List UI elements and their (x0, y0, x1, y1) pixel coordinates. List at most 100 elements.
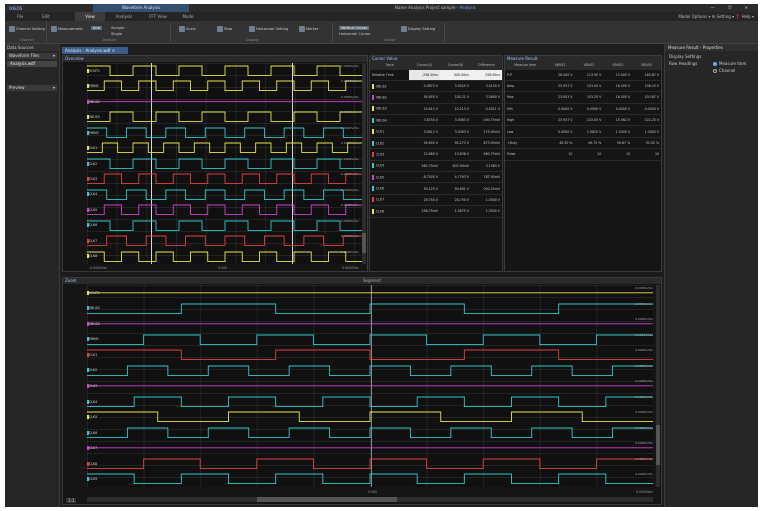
table-row[interactable]: Low 0.0000 V 1.0625 V 1.5000 V 1.3000 V (505, 125, 661, 138)
table-row[interactable]: Relative Time -258.00ns 000.00ns 258.00ns (370, 69, 502, 81)
channel-name[interactable]: PWM1 (89, 337, 99, 341)
channel-name[interactable]: CLK5 (89, 208, 97, 212)
table-row[interactable]: VBUS1 0.0875 V 3.5025 V 3.4150 V (370, 80, 502, 93)
channel-name[interactable]: VBUS2 (89, 306, 100, 310)
tab-edit[interactable]: Edit (35, 12, 57, 21)
table-cell: CLK3 (370, 148, 409, 161)
channel-name[interactable]: CLK7 (89, 239, 97, 243)
column-header[interactable]: Difference (470, 62, 502, 70)
column-header[interactable]: Cursor(B) (439, 62, 471, 70)
channel-name[interactable]: CLK2 (89, 368, 97, 372)
option-channel[interactable]: Channel (713, 68, 735, 73)
channel-name[interactable]: VOUT1 (89, 69, 100, 73)
channel-name[interactable]: CLK7 (89, 446, 97, 450)
context-tab[interactable]: Waveform Analysis (93, 4, 189, 12)
table-row[interactable]: CLK3 12.689 V 13.638 V 960.75mV (370, 148, 502, 161)
column-header[interactable]: VBUS3 (603, 62, 633, 70)
waveform-trace (87, 303, 653, 314)
table-row[interactable]: Amp 25.937 V 103.00 V 16.000 V 106.25 V (505, 80, 661, 93)
table-row[interactable]: VBUS4 3.8750 V 3.0063 V 000.75mV (370, 114, 502, 127)
channel-color-marker (87, 337, 89, 342)
channel-name[interactable]: CLK8 (89, 462, 97, 466)
table-row[interactable]: CLK2 95.600 V 95.273 V 873.00mV (370, 137, 502, 150)
tab-analysis[interactable]: Analysis (109, 12, 139, 21)
channel-name[interactable]: CLK6 (89, 431, 97, 435)
tab-file[interactable]: File (9, 12, 31, 21)
table-row[interactable]: +Duty 49.30 % 49.75 % 50.67 % 51.05 % (505, 137, 661, 150)
zoom-h-scrollbar[interactable] (87, 497, 653, 502)
channel-name[interactable]: CLK4 (89, 192, 97, 196)
overview-scrollbar[interactable] (362, 63, 366, 264)
measurement-button[interactable]: Measurement (51, 26, 83, 32)
column-header[interactable]: Trace (370, 62, 409, 70)
document-tab[interactable]: Analysis - Analysis.wdf ✕ (62, 47, 128, 54)
table-row[interactable]: High 25.937 V 103.00 V 15.562 V 102.25 V (505, 114, 661, 127)
table-row[interactable]: Min 0.0000 V 0.0000 V 0.0000 V 0.0000 V (505, 103, 661, 116)
column-header[interactable]: Cursor(A) (408, 62, 440, 70)
option-measure-item[interactable]: Measure Item (713, 61, 746, 66)
channel-name[interactable]: CLK9 (89, 477, 97, 481)
channel-name[interactable]: VBUS3 (89, 322, 100, 326)
waveform-trace (87, 334, 653, 345)
table-row[interactable]: Pulse 10 10 10 10 (505, 148, 661, 161)
channel-name[interactable]: VOUT1 (89, 291, 100, 295)
sample-button[interactable]: Sample (111, 26, 124, 30)
table-row[interactable]: CLK7 29.750 V 28.750 V 1.0000 V (370, 194, 502, 207)
table-row[interactable]: CLK5 -8.7500 V 4.7763 V 787.50mV (370, 171, 502, 184)
table-row[interactable]: Max 23.003 V 103.25 V 16.000 V 103.87 V (505, 91, 661, 104)
channel-name[interactable]: CLK8 (89, 254, 97, 258)
column-header[interactable]: VBUS2 (574, 62, 604, 70)
table-row[interactable]: CLK1 3.0812 V 3.0063 V 175.00mV (370, 125, 502, 138)
table-row[interactable]: CLK6 50.125 V 90.891 V 000.25mV (370, 182, 502, 195)
channel-name[interactable]: VBUS3 (89, 115, 100, 119)
channel-name[interactable]: CLK3 (89, 177, 97, 181)
tab-view[interactable]: View (75, 12, 105, 21)
display-setting-button[interactable]: Display Setting (401, 26, 441, 32)
table-row[interactable]: VBUS2 95.650 V 100.21 V 3.5800 V (370, 91, 502, 104)
channel-name[interactable]: CLK2 (89, 162, 97, 166)
horizontal-setting-button[interactable]: Horizontal Setting (249, 26, 288, 32)
table-row[interactable]: CLK4 560.75mV 603.50mV 3.1563 V (370, 160, 502, 173)
overview-plot[interactable] (87, 63, 363, 264)
ana-button[interactable]: Ana (91, 26, 102, 30)
channel-name[interactable]: CLK1 (89, 353, 97, 357)
window-controls[interactable]: — ❐ ✕ (711, 4, 754, 12)
tab-fft-view[interactable]: FFT View (143, 12, 173, 21)
zoom-ratio-control[interactable]: 1:1 (66, 498, 77, 503)
channel-name[interactable]: CLK3 (89, 384, 97, 388)
channel-setting-button[interactable]: Channel Setting (9, 26, 45, 32)
single-button[interactable]: Single (111, 32, 122, 36)
step-button[interactable]: Step (217, 26, 232, 32)
scroll-thumb[interactable] (656, 425, 660, 465)
horizontal-cursor-button[interactable]: Horizontal Cursor (339, 32, 370, 36)
channel-name[interactable]: PWM1 (89, 84, 99, 88)
zoom-plot[interactable] (87, 285, 653, 487)
scroll-thumb[interactable] (257, 497, 397, 502)
column-header[interactable]: VBUS4 (632, 62, 661, 70)
scroll-thumb[interactable] (362, 233, 366, 253)
table-cell: 50.67 % (603, 137, 633, 150)
channel-color-marker (87, 446, 89, 451)
column-header[interactable]: VBUS1 (545, 62, 575, 70)
tabs-right-options[interactable]: Model Options ▾ ⚙ Setting ▾ ❓ Help ▾ (678, 12, 754, 21)
table-row[interactable]: P-P 28.000 V 113.50 V 15.000 V 185.87 V (505, 69, 661, 81)
channel-name[interactable]: CLK5 (89, 415, 97, 419)
channel-name[interactable]: CLK1 (89, 146, 97, 150)
channel-name[interactable]: CLK4 (89, 400, 97, 404)
preview-dropdown[interactable]: Preview (7, 85, 57, 91)
channel-scale-value: 0.0000V/div (634, 410, 653, 415)
zoom-v-scrollbar[interactable] (656, 285, 660, 487)
marker-button[interactable]: Marker (299, 26, 318, 32)
channel-name[interactable]: CLK6 (89, 223, 97, 227)
table-row[interactable]: VBUS3 10.612 V 10.213 V 0.0011 V (370, 103, 502, 116)
table-cell: 603.50mV (439, 160, 471, 173)
channel-name[interactable]: PWM2 (89, 131, 99, 135)
channel-name[interactable]: VBUS2 (89, 100, 100, 104)
tab-mode[interactable]: Mode (177, 12, 199, 21)
waveform-files-dropdown[interactable]: Waveform Files (7, 53, 57, 59)
vertical-cursor-button[interactable]: Vertical Cursor (339, 26, 370, 30)
file-item[interactable]: Analysis.wdf (7, 61, 57, 67)
scale-button[interactable]: Scale (179, 26, 196, 32)
column-header[interactable]: Measure Item (505, 62, 546, 70)
table-row[interactable]: CLK8 236.75mV 1.5875 V 1.3500 V (370, 205, 502, 218)
